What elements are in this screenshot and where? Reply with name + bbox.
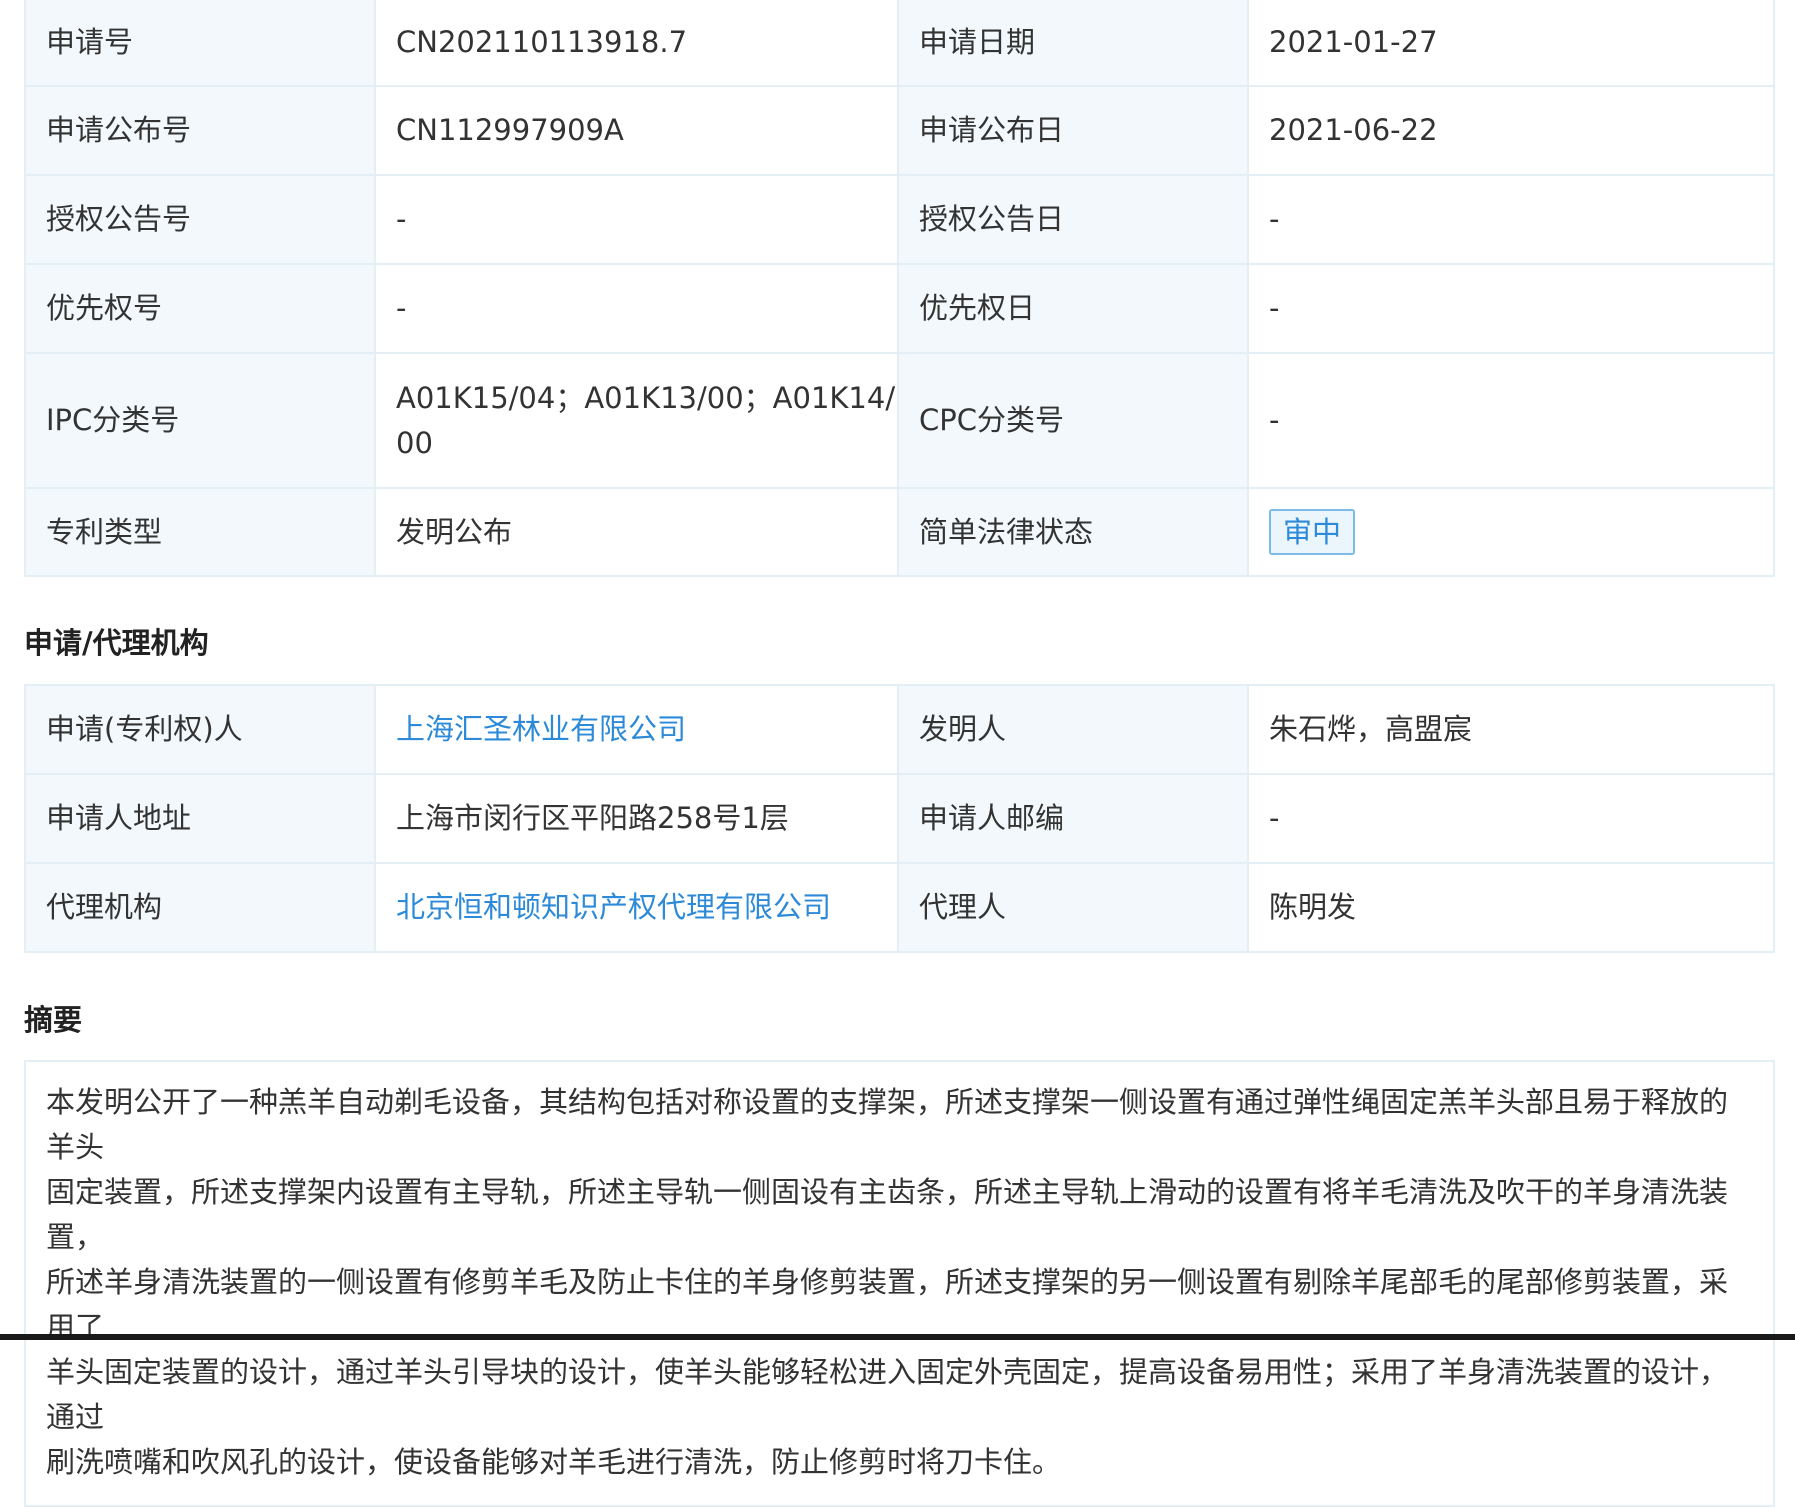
cpc-label: CPC分类号 [897,352,1249,489]
grant-date-label: 授权公告日 [897,174,1249,265]
applicant-postcode-label: 申请人邮编 [897,773,1249,864]
agency-table: 申请(专利权)人 上海汇圣林业有限公司 发明人 朱石烨，高盟宸 申请人地址 上海… [24,684,1775,953]
table-row: IPC分类号 A01K15/04；A01K13/00；A01K14/ 00 CP… [24,352,1775,489]
patent-type-value: 发明公布 [374,487,899,577]
priority-date-value: - [1247,263,1775,354]
priority-number-label: 优先权号 [24,263,376,354]
grant-number-value: - [374,174,899,265]
table-row: 代理机构 北京恒和顿知识产权代理有限公司 代理人 陈明发 [24,862,1775,953]
table-row: 优先权号 - 优先权日 - [24,263,1775,354]
abstract-line: 本发明公开了一种羔羊自动剃毛设备，其结构包括对称设置的支撑架，所述支撑架一侧设置… [46,1085,1729,1164]
application-number-label: 申请号 [24,0,376,87]
status-badge: 审中 [1269,509,1356,555]
agency-section-title: 申请/代理机构 [24,626,209,660]
publication-date-label: 申请公布日 [897,85,1249,176]
publication-date-value: 2021-06-22 [1247,85,1775,176]
legal-status-label: 简单法律状态 [897,487,1249,577]
table-row: 授权公告号 - 授权公告日 - [24,174,1775,265]
abstract-text: 本发明公开了一种羔羊自动剃毛设备，其结构包括对称设置的支撑架，所述支撑架一侧设置… [24,1060,1775,1507]
agency-cell: 北京恒和顿知识产权代理有限公司 [374,862,899,953]
priority-date-label: 优先权日 [897,263,1249,354]
table-row: 申请号 CN202110113918.7 申请日期 2021-01-27 [24,0,1775,87]
inventor-label: 发明人 [897,684,1249,775]
application-date-value: 2021-01-27 [1247,0,1775,87]
agent-label: 代理人 [897,862,1249,953]
abstract-line: 固定装置，所述支撑架内设置有主导轨，所述主导轨一侧固设有主齿条，所述主导轨上滑动… [46,1175,1729,1254]
applicant-cell: 上海汇圣林业有限公司 [374,684,899,775]
window-bottom-edge [0,1334,1795,1340]
publication-number-label: 申请公布号 [24,85,376,176]
priority-number-value: - [374,263,899,354]
ipc-value: A01K15/04；A01K13/00；A01K14/ 00 [374,352,899,489]
agency-link[interactable]: 北京恒和顿知识产权代理有限公司 [396,890,831,924]
patent-type-label: 专利类型 [24,487,376,577]
applicant-address-value: 上海市闵行区平阳路258号1层 [374,773,899,864]
ipc-label: IPC分类号 [24,352,376,489]
grant-number-label: 授权公告号 [24,174,376,265]
application-date-label: 申请日期 [897,0,1249,87]
table-row: 申请人地址 上海市闵行区平阳路258号1层 申请人邮编 - [24,773,1775,864]
abstract-section-title: 摘要 [24,1003,83,1037]
applicant-label: 申请(专利权)人 [24,684,376,775]
agent-value: 陈明发 [1247,862,1775,953]
application-number-value: CN202110113918.7 [374,0,899,87]
table-row: 专利类型 发明公布 简单法律状态 审中 [24,487,1775,577]
agency-label: 代理机构 [24,862,376,953]
grant-date-value: - [1247,174,1775,265]
table-row: 申请(专利权)人 上海汇圣林业有限公司 发明人 朱石烨，高盟宸 [24,684,1775,775]
table-row: 申请公布号 CN112997909A 申请公布日 2021-06-22 [24,85,1775,176]
ipc-value-line: 00 [396,425,433,460]
patent-detail-page: 申请号 CN202110113918.7 申请日期 2021-01-27 申请公… [0,0,1795,1507]
applicant-postcode-value: - [1247,773,1775,864]
basic-info-table: 申请号 CN202110113918.7 申请日期 2021-01-27 申请公… [24,0,1775,577]
ipc-value-line: A01K15/04；A01K13/00；A01K14/ [396,380,896,415]
applicant-address-label: 申请人地址 [24,773,376,864]
publication-number-value: CN112997909A [374,85,899,176]
abstract-line: 刷洗喷嘴和吹风孔的设计，使设备能够对羊毛进行清洗，防止修剪时将刀卡住。 [46,1445,1062,1479]
legal-status-cell: 审中 [1247,487,1775,577]
cpc-value: - [1247,352,1775,489]
applicant-link[interactable]: 上海汇圣林业有限公司 [396,712,686,746]
abstract-line: 羊头固定装置的设计，通过羊头引导块的设计，使羊头能够轻松进入固定外壳固定，提高设… [46,1355,1729,1434]
inventor-value: 朱石烨，高盟宸 [1247,684,1775,775]
